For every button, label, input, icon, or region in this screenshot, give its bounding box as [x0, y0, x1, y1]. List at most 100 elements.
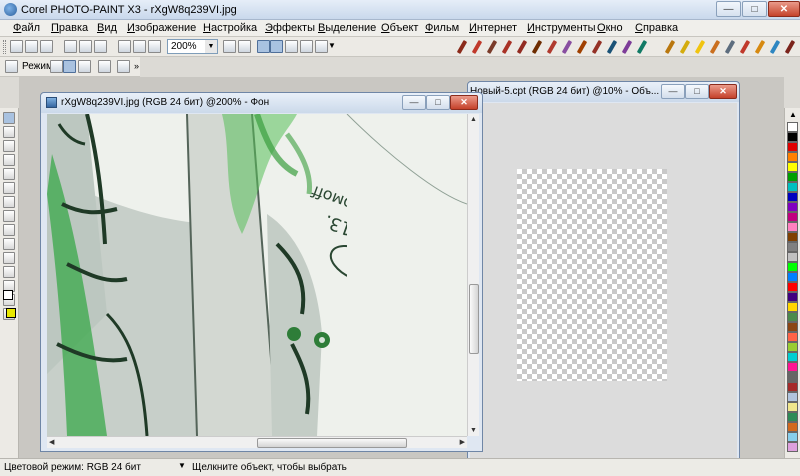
copy-icon[interactable] — [79, 40, 92, 53]
palette-swatch[interactable] — [787, 122, 798, 132]
palette-swatch[interactable] — [787, 332, 798, 342]
corel-app-icon[interactable] — [4, 3, 17, 16]
title-bar[interactable]: Corel PHOTO-PAINT X3 - rXgW8q239VI.jpg —… — [0, 0, 800, 20]
palette-swatch[interactable] — [787, 322, 798, 332]
show-objects-icon[interactable] — [300, 40, 313, 53]
horizontal-scroll-thumb[interactable] — [257, 438, 407, 448]
brush-icon[interactable] — [769, 39, 781, 55]
doc-maximize-button[interactable]: □ — [426, 95, 450, 110]
zoom-level-select[interactable]: 200% ▼ — [167, 39, 218, 54]
brush-icon[interactable] — [576, 39, 588, 55]
palette-swatch[interactable] — [787, 412, 798, 422]
show-mask-icon[interactable] — [285, 40, 298, 53]
palette-swatch[interactable] — [787, 342, 798, 352]
eraser-icon[interactable] — [3, 182, 15, 194]
brush-icon[interactable] — [694, 39, 706, 55]
rotate-icon[interactable] — [63, 60, 76, 73]
toolbar-grip[interactable] — [3, 40, 6, 54]
brush-icon[interactable] — [664, 39, 676, 55]
document-window-image[interactable]: rXgW8q239VI.jpg (RGB 24 бит) @200% - Фон… — [40, 92, 483, 452]
pick-tool-icon[interactable] — [3, 112, 15, 124]
text-icon[interactable] — [3, 252, 15, 264]
palette-swatch[interactable] — [787, 132, 798, 142]
object-marquee-icon[interactable] — [270, 40, 283, 53]
palette-swatch[interactable] — [787, 292, 798, 302]
image-canvas[interactable]: ФQщгяbмoff 13.01.13. — [47, 114, 467, 436]
menu-web[interactable]: Интернет — [469, 22, 517, 34]
pen-settings-icon[interactable] — [315, 40, 328, 53]
import-icon[interactable] — [148, 40, 161, 53]
menu-movie[interactable]: Фильм — [425, 22, 459, 34]
brush-icon[interactable] — [784, 39, 796, 55]
palette-swatch[interactable] — [787, 202, 798, 212]
minimize-button[interactable]: — — [716, 1, 741, 17]
horizontal-scrollbar[interactable]: ◀ ▶ — [47, 436, 467, 448]
palette-swatch[interactable] — [787, 272, 798, 282]
palette-swatch[interactable] — [787, 392, 798, 402]
open-icon[interactable] — [25, 40, 38, 53]
palette-swatch[interactable] — [787, 372, 798, 382]
scroll-right-icon[interactable]: ▶ — [460, 438, 465, 446]
menu-help[interactable]: Справка — [635, 22, 678, 34]
brush-icon[interactable] — [471, 39, 483, 55]
fit-window-icon[interactable] — [238, 40, 251, 53]
brush-icon[interactable] — [591, 39, 603, 55]
brush-icon[interactable] — [606, 39, 618, 55]
skew-icon[interactable] — [98, 60, 111, 73]
brush-icon[interactable] — [754, 39, 766, 55]
scroll-up-icon[interactable]: ▲ — [470, 116, 477, 123]
chevron-down-icon[interactable]: ▼ — [178, 461, 186, 470]
rectangle-icon[interactable] — [3, 224, 15, 236]
palette-swatch[interactable] — [787, 302, 798, 312]
palette-swatch[interactable] — [787, 212, 798, 222]
save-icon[interactable] — [40, 40, 53, 53]
scroll-left-icon[interactable]: ◀ — [49, 438, 54, 446]
scroll-down-icon[interactable]: ▼ — [470, 427, 477, 434]
chevron-down-icon[interactable]: ▼ — [205, 40, 217, 53]
brush-icon[interactable] — [561, 39, 573, 55]
document-window-new5[interactable]: Новый-5.cpt (RGB 24 бит) @10% - Объ... —… — [467, 81, 740, 462]
palette-swatch[interactable] — [787, 192, 798, 202]
brush-icon[interactable] — [546, 39, 558, 55]
menu-window[interactable]: Окно — [597, 22, 623, 34]
doc-minimize-button[interactable]: — — [661, 84, 685, 99]
palette-swatch[interactable] — [787, 152, 798, 162]
menu-object[interactable]: Объект — [381, 22, 418, 34]
brush-icon[interactable] — [516, 39, 528, 55]
palette-swatch[interactable] — [787, 252, 798, 262]
crop-icon[interactable] — [3, 140, 15, 152]
pick-tool-icon[interactable] — [5, 60, 18, 73]
scale-icon[interactable] — [78, 60, 91, 73]
zoom-tool-icon[interactable] — [3, 154, 15, 166]
palette-swatch[interactable] — [787, 282, 798, 292]
palette-swatch[interactable] — [787, 382, 798, 392]
palette-swatch[interactable] — [787, 172, 798, 182]
clone-icon[interactable] — [3, 210, 15, 222]
brush-icon[interactable] — [679, 39, 691, 55]
brush-icon[interactable] — [531, 39, 543, 55]
menu-file[interactable]: Файл — [13, 22, 40, 34]
brush-icon[interactable] — [486, 39, 498, 55]
chevron-up-icon[interactable]: ▲ — [789, 110, 797, 119]
brush-icon[interactable] — [636, 39, 648, 55]
redo-icon[interactable] — [133, 40, 146, 53]
brush-icon[interactable] — [709, 39, 721, 55]
palette-swatch[interactable] — [787, 142, 798, 152]
palette-swatch[interactable] — [787, 232, 798, 242]
chevron-down-icon[interactable]: ▼ — [328, 41, 336, 50]
doc-close-button[interactable]: ✕ — [709, 84, 737, 99]
mask-rectangle-icon[interactable] — [3, 126, 15, 138]
brush-icon[interactable] — [724, 39, 736, 55]
fill-color-swatch[interactable] — [6, 308, 16, 318]
palette-swatch[interactable] — [787, 242, 798, 252]
position-icon[interactable] — [50, 60, 63, 73]
fill-icon[interactable] — [3, 238, 15, 250]
menu-mask[interactable]: Выделение — [318, 22, 376, 34]
zoom-100-icon[interactable] — [223, 40, 236, 53]
paste-icon[interactable] — [94, 40, 107, 53]
palette-swatch[interactable] — [787, 422, 798, 432]
palette-swatch[interactable] — [787, 312, 798, 322]
palette-swatch[interactable] — [787, 162, 798, 172]
doc-maximize-button[interactable]: □ — [685, 84, 709, 99]
vertical-scroll-thumb[interactable] — [469, 284, 479, 354]
